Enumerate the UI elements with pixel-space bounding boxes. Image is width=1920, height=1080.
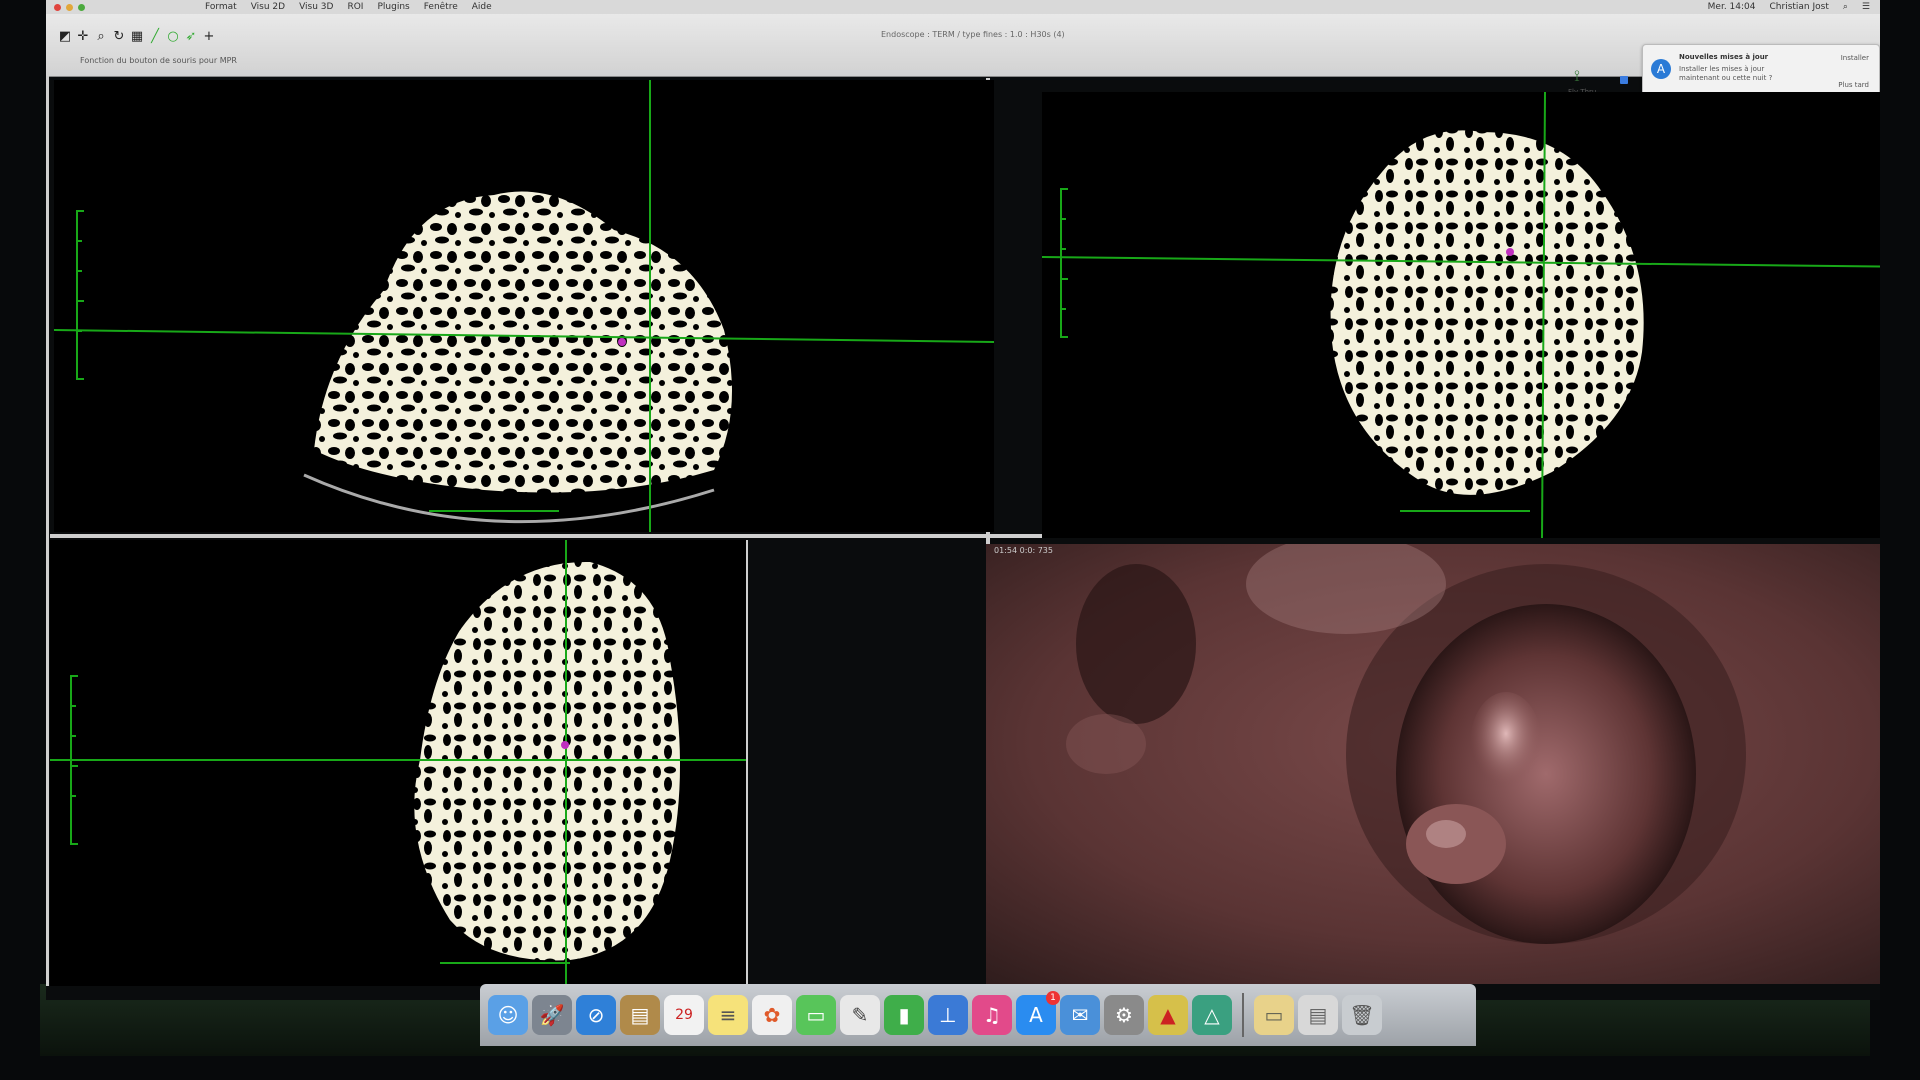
folder-icon[interactable]: ▭ — [1254, 995, 1294, 1035]
photos-icon[interactable]: ✿ — [752, 995, 792, 1035]
system-preferences-icon[interactable]: ⚙ — [1104, 995, 1144, 1035]
menu-visu-3d[interactable]: Visu 3D — [299, 2, 333, 12]
sagittal-bottom-ruler — [440, 962, 570, 964]
clock: Mer. 14:04 — [1707, 2, 1756, 12]
move-tool-icon[interactable]: ✛ — [76, 30, 90, 44]
app-store-icon[interactable]: A1 — [1016, 991, 1060, 1035]
app-store-update-icon: A — [1651, 59, 1671, 79]
dock: ☺ 🚀 ⊘ ▤ 29 ≡ ✿ ▭ ✎ ▮ ⊥ ♫ A1 ✉ ⚙ ▲ △ ▭ ▤ … — [480, 984, 1476, 1046]
toolbar-hint: Fonction du bouton de souris pour MPR — [80, 56, 237, 65]
textedit-icon[interactable]: ✎ — [840, 995, 880, 1035]
notification-center-icon[interactable]: ☰ — [1862, 2, 1870, 12]
scroll-tool-icon[interactable]: ▦ — [130, 30, 144, 44]
window-title: Endoscope : TERM / type fines : 1.0 : H3… — [881, 30, 1065, 39]
sagittal-edge — [746, 540, 748, 986]
user-name[interactable]: Christian Jost — [1770, 2, 1829, 12]
oval-tool-icon[interactable]: ○ — [166, 30, 180, 44]
documents-icon[interactable]: ▤ — [1298, 995, 1338, 1035]
rotate-tool-icon[interactable]: ↻ — [112, 30, 126, 44]
endoscope-render — [986, 544, 1880, 984]
coronal-focus-point — [1506, 248, 1514, 256]
zoom-button[interactable] — [78, 3, 85, 11]
axial-scale-ruler — [76, 210, 78, 380]
axial-bone-region — [314, 191, 732, 493]
notification-title: Nouvelles mises à jour — [1679, 53, 1769, 61]
app-store-badge: 1 — [1046, 991, 1060, 1005]
coronal-bone-region — [1330, 130, 1644, 495]
keynote-icon[interactable]: ⊥ — [928, 995, 968, 1035]
axial-focus-point — [618, 338, 626, 346]
menu-plugins[interactable]: Plugins — [377, 2, 409, 12]
coronal-bottom-ruler — [1400, 510, 1530, 512]
itunes-icon[interactable]: ♫ — [972, 995, 1012, 1035]
launchpad-icon[interactable]: 🚀 — [532, 995, 572, 1035]
toolbar: ◩ ✛ ⌕ ↻ ▦ ╱ ○ ➶ + Fonction du bouton de … — [46, 14, 1880, 96]
menu-fenetre[interactable]: Fenêtre — [424, 2, 458, 12]
window-level-tool-icon[interactable]: ◩ — [58, 30, 72, 44]
axial-slice — [54, 80, 994, 532]
zoom-tool-icon[interactable]: ⌕ — [94, 30, 108, 44]
minimize-button[interactable] — [66, 3, 73, 11]
numbers-icon[interactable]: ▮ — [884, 995, 924, 1035]
spotlight-icon[interactable]: ⌕ — [1843, 2, 1848, 12]
coronal-scale-ruler — [1060, 188, 1062, 338]
mail-icon[interactable]: ✉ — [1060, 995, 1100, 1035]
measure-tool-icon[interactable]: ╱ — [148, 30, 162, 44]
endoscope-viewport[interactable]: 01:54 0:0: 735 G — [986, 544, 1880, 984]
sagittal-bone-region — [414, 561, 680, 961]
option-checkbox[interactable] — [1620, 76, 1628, 84]
menu-aide[interactable]: Aide — [472, 2, 492, 12]
menu-visu-2d[interactable]: Visu 2D — [251, 2, 285, 12]
menu-bar: Format Visu 2D Visu 3D ROI Plugins Fenêt… — [46, 0, 1880, 14]
arrow-tool-icon[interactable]: ➶ — [184, 30, 198, 44]
endoscope-overlay-text: 01:54 0:0: 735 — [994, 546, 1053, 555]
notification-body: Installer les mises à jour maintenant ou… — [1679, 65, 1773, 82]
osirix-icon[interactable]: ▲ — [1148, 995, 1188, 1035]
calendar-icon[interactable]: 29 — [664, 995, 704, 1035]
axial-bottom-ruler — [429, 510, 559, 512]
screen: Format Visu 2D Visu 3D ROI Plugins Fenêt… — [46, 0, 1880, 1000]
messages-icon[interactable]: ▭ — [796, 995, 836, 1035]
sagittal-focus-point — [561, 741, 569, 749]
tool-icon[interactable]: △ — [1192, 995, 1232, 1035]
window-controls — [54, 3, 85, 11]
install-button[interactable]: Installer — [1841, 54, 1869, 62]
close-button[interactable] — [54, 3, 61, 11]
notes-icon[interactable]: ≡ — [708, 995, 748, 1035]
menu-roi[interactable]: ROI — [347, 2, 363, 12]
axial-viewport[interactable] — [54, 80, 994, 532]
calendar-day: 29 — [675, 1007, 693, 1023]
fly-thru-icon[interactable]: ⟟ — [1574, 66, 1580, 86]
add-point-tool-icon[interactable]: + — [202, 30, 216, 44]
sagittal-slice — [50, 540, 746, 986]
left-border — [46, 76, 49, 986]
sagittal-viewport[interactable] — [50, 540, 746, 986]
safari-icon[interactable]: ⊘ — [576, 995, 616, 1035]
later-button[interactable]: Plus tard — [1838, 81, 1869, 89]
status-area: Mer. 14:04 Christian Jost ⌕ ☰ — [1708, 2, 1870, 12]
contacts-icon[interactable]: ▤ — [620, 995, 660, 1035]
menu-format[interactable]: Format — [205, 2, 237, 12]
coronal-slice — [1042, 92, 1880, 538]
dock-separator — [1242, 993, 1244, 1037]
coronal-viewport[interactable] — [1042, 92, 1880, 538]
trash-icon[interactable]: 🗑 — [1342, 995, 1382, 1035]
finder-icon[interactable]: ☺ — [488, 995, 528, 1035]
